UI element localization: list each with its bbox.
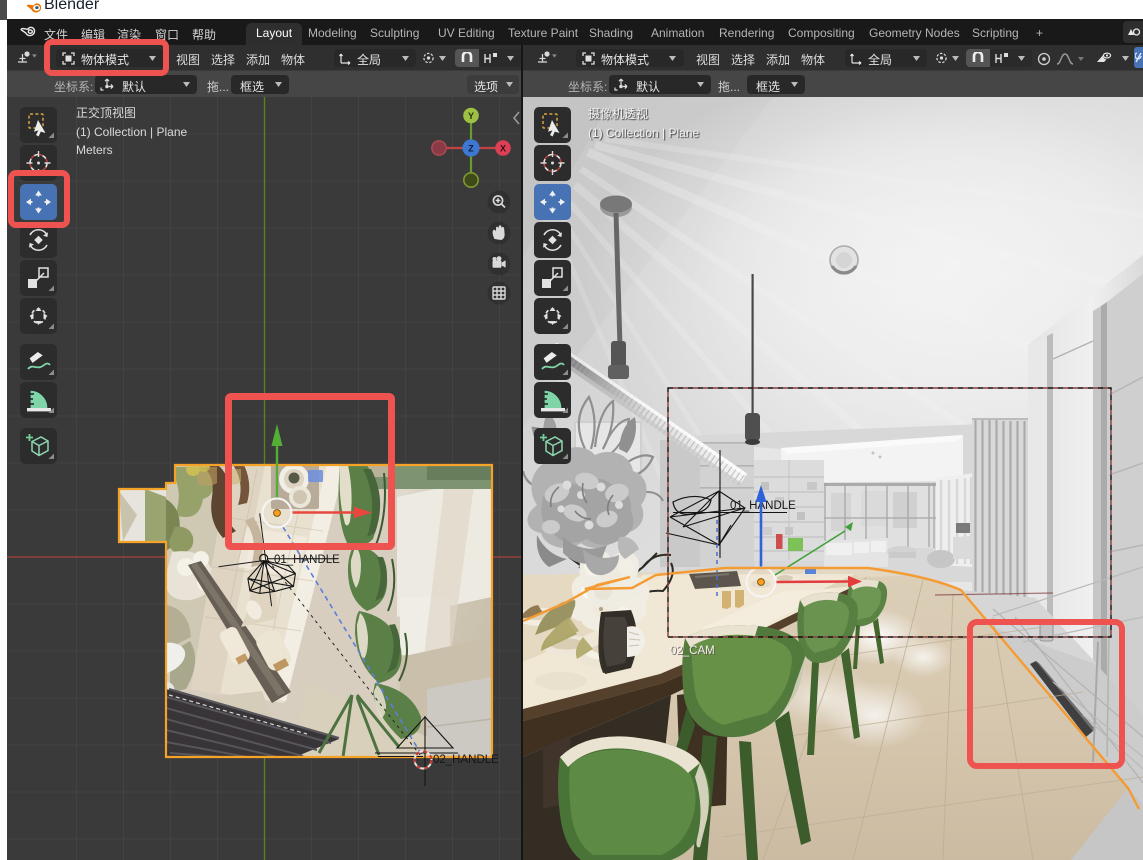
svg-text:摄像机透视: 摄像机透视 (588, 106, 648, 121)
svg-text:Z: Z (468, 144, 474, 154)
svg-text:(1) Collection | Plane: (1) Collection | Plane (588, 126, 699, 140)
svg-text:01_HANDLE: 01_HANDLE (274, 554, 340, 566)
svg-text:Meters: Meters (76, 143, 113, 157)
svg-text:Y: Y (468, 111, 474, 121)
svg-text:02_HANDLE: 02_HANDLE (433, 754, 499, 766)
svg-text:X: X (500, 144, 506, 154)
svg-text:正交顶视图: 正交顶视图 (76, 105, 136, 120)
svg-text:02_CAM: 02_CAM (670, 645, 715, 657)
svg-text:(1) Collection | Plane: (1) Collection | Plane (76, 125, 187, 139)
